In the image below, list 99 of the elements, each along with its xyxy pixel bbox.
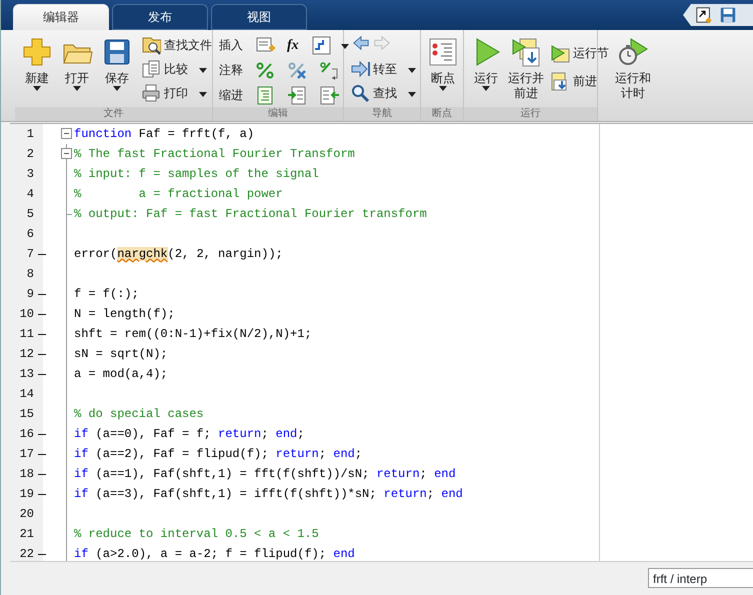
function-button[interactable]: fx [285, 34, 301, 56]
search-icon [350, 83, 370, 103]
toolbar-button[interactable]: 缩进 [217, 84, 245, 106]
percent-icon [255, 60, 275, 80]
toolbar-button[interactable]: 比较 [139, 58, 214, 80]
line-number: 12 [18, 346, 35, 363]
caret-icon [439, 86, 447, 91]
code-line: if (a==2), Faf = flipud(f); return; end; [74, 446, 362, 463]
code-line: a = mod(a,4); [74, 366, 168, 383]
code-line: N = length(f); [74, 306, 175, 323]
line-number: 13 [18, 366, 35, 383]
line-number: 21 [18, 526, 35, 543]
play-document-icon [510, 36, 542, 68]
function-field[interactable]: frft / interp [648, 568, 753, 588]
code-line: % reduce to interval 0.5 < a < 1.5 [74, 526, 319, 543]
line-number: 22 [18, 546, 35, 561]
toolbar-button[interactable]: 查找 [348, 82, 418, 104]
stopwatch-play-icon [617, 36, 649, 68]
caret-icon [482, 86, 490, 91]
play-section-icon [550, 43, 570, 63]
printer-icon [141, 83, 161, 103]
document-icon [255, 85, 275, 105]
toolbar-button[interactable]: 新建 [19, 34, 55, 107]
toolbar-button[interactable]: 查找文件 [139, 34, 214, 56]
caret-icon [408, 92, 416, 97]
line-number: 19 [18, 486, 35, 503]
step-chart-icon [310, 35, 331, 55]
percent-wrap-icon [319, 60, 339, 80]
group-label: 运行 [464, 107, 597, 121]
fold-toggle[interactable] [61, 128, 72, 139]
caret-icon [33, 86, 41, 91]
code-line: % do special cases [74, 406, 204, 423]
line-number: 4 [26, 186, 35, 203]
toolbar-button[interactable]: 插入 [217, 34, 245, 56]
documents-icon [141, 59, 161, 79]
group-label: 编辑 [213, 107, 343, 121]
caret-icon [408, 68, 416, 73]
caret-icon [199, 92, 207, 97]
line-number: 10 [18, 306, 35, 323]
plus-icon [21, 36, 53, 68]
code-line: sN = sqrt(N); [74, 346, 168, 363]
line-number: 8 [26, 266, 35, 283]
code-line: % a = fractional power [74, 186, 283, 203]
forward-arrow-icon [373, 34, 391, 52]
line-number: 9 [26, 286, 35, 303]
code-line: if (a==3), Faf(shft,1) = ifft(f(shft))*sN; return; end [74, 486, 463, 503]
ribbon-tab[interactable]: 视图 [211, 4, 307, 30]
line-number: 18 [18, 466, 35, 483]
group-label: 断点 [421, 107, 463, 121]
group-label: 文件 [15, 107, 212, 121]
line-number: 15 [18, 406, 35, 423]
ribbon-tab[interactable]: 发布 [112, 4, 208, 30]
code-line: if (a==0), Faf = f; return; end; [74, 426, 304, 443]
percent-remove-icon [287, 60, 307, 80]
line-number: 11 [18, 326, 35, 343]
breakpoints-icon [427, 36, 459, 68]
line-number: 6 [26, 226, 35, 243]
caret-icon [199, 68, 207, 73]
ribbon-tab[interactable]: 编辑器 [13, 4, 109, 30]
indent-icon [287, 85, 307, 105]
toolbar-button[interactable]: 转至 [348, 58, 418, 80]
toolbar-button[interactable]: 断点 [425, 34, 461, 107]
toolbar-button[interactable]: 运行和计时 [615, 34, 651, 107]
code-line: error(nargchk(2, 2, nargin)); [74, 246, 283, 263]
caret-icon [73, 86, 81, 91]
code-line: % input: f = samples of the signal [74, 166, 319, 183]
caret-icon [113, 86, 121, 91]
line-number: 2 [26, 146, 35, 163]
arrow-to-line-icon [350, 59, 370, 79]
line-number: 20 [18, 506, 35, 523]
line-number: 1 [26, 126, 35, 143]
toolbar-button[interactable]: 运行 [468, 34, 504, 107]
toolbar-button[interactable]: 运行并前进 [508, 34, 544, 107]
code-line: f = f(:); [74, 286, 139, 303]
code-line: shft = rem((0:N-1)+fix(N/2),N)+1; [74, 326, 312, 343]
fold-toggle[interactable] [61, 148, 72, 159]
toolbar-button[interactable]: 打印 [139, 82, 214, 104]
code-line: if (a>2.0), a = a-2; f = flipud(f); end [74, 546, 355, 561]
folder-search-icon [141, 35, 161, 55]
toolbar-button[interactable]: 注释 [217, 59, 245, 81]
toolbar-button[interactable]: 保存 [99, 34, 135, 107]
line-number: 3 [26, 166, 35, 183]
line-number: 7 [26, 246, 35, 263]
line-number: 16 [18, 426, 35, 443]
line-number: 5 [26, 206, 35, 223]
line-number: 17 [18, 446, 35, 463]
outdent-icon [319, 85, 339, 105]
back-arrow-icon [352, 34, 370, 52]
caret-icon [340, 44, 349, 49]
new-document-icon [695, 6, 713, 24]
group-label: 导航 [344, 107, 420, 121]
toolbar-button[interactable]: 打开 [59, 34, 95, 107]
line-number: 14 [18, 386, 35, 403]
code-line: % The fast Fractional Fourier Transform [74, 146, 355, 163]
toolbar-button[interactable]: 运行节 [548, 42, 611, 64]
toolbar-button[interactable]: 前进 [548, 70, 611, 92]
code-line: if (a==1), Faf(shft,1) = fft(f(shft))/sN; return; end [74, 466, 456, 483]
code-line: % output: Faf = fast Fractional Fourier transform [74, 206, 427, 223]
code-line: function Faf = frft(f, a) [74, 126, 254, 143]
